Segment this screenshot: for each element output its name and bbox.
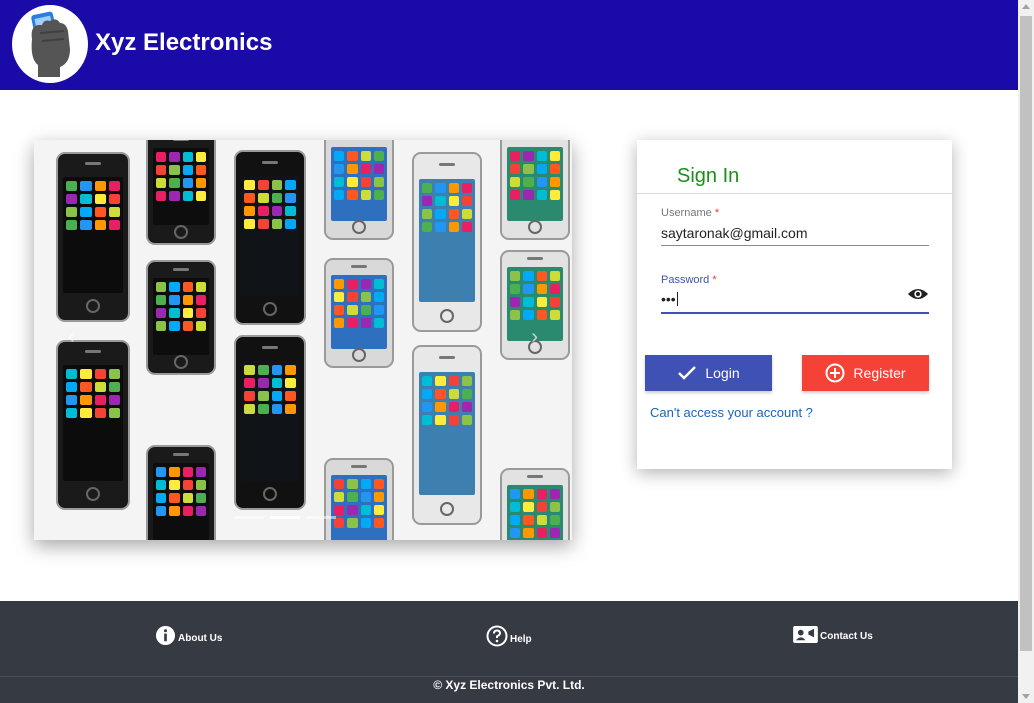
scroll-thumb[interactable]	[1020, 16, 1032, 651]
check-icon	[678, 366, 697, 380]
username-field[interactable]: saytaronak@gmail.com	[661, 225, 808, 241]
phone-image	[412, 345, 482, 525]
sign-in-card: Sign In Username * saytaronak@gmail.com …	[637, 140, 952, 469]
carousel-indicators	[234, 516, 336, 519]
show-password-eye-icon[interactable]	[907, 286, 929, 302]
phone-image	[500, 140, 570, 240]
add-circle-icon	[825, 363, 845, 383]
scroll-up-arrow-icon[interactable]	[1022, 4, 1030, 9]
password-label: Password *	[661, 274, 717, 286]
carousel-indicator[interactable]	[234, 516, 264, 519]
phone-image	[324, 458, 394, 540]
phone-image	[412, 152, 482, 332]
info-icon	[155, 625, 176, 646]
register-button[interactable]: Register	[802, 355, 929, 391]
username-underline	[661, 245, 929, 246]
cant-access-account-link[interactable]: Can't access your account ?	[650, 405, 813, 420]
phone-image	[234, 335, 306, 510]
phone-image	[56, 152, 130, 322]
page-scrollbar[interactable]	[1018, 0, 1034, 703]
carousel-indicator[interactable]	[306, 516, 336, 519]
card-divider	[637, 193, 952, 194]
register-button-label: Register	[853, 365, 906, 381]
footer: About Us Help Contact Us © Xyz Electroni…	[0, 601, 1018, 703]
phone-image	[146, 260, 216, 375]
phone-image	[146, 140, 216, 245]
password-field[interactable]: •••	[661, 291, 678, 307]
footer-about-us[interactable]: About Us	[155, 625, 222, 646]
footer-help[interactable]: Help	[486, 625, 532, 647]
contact-us-label: Contact Us	[820, 631, 873, 642]
product-carousel[interactable]: ‹ ›	[34, 140, 572, 540]
carousel-next-icon[interactable]: ›	[531, 326, 538, 349]
fist-phone-logo-icon	[31, 11, 71, 77]
carousel-indicator[interactable]	[270, 516, 300, 519]
brand-name: Xyz Electronics	[95, 29, 273, 56]
contact-card-icon	[793, 625, 818, 644]
phone-image	[56, 340, 130, 510]
scroll-down-arrow-icon[interactable]	[1022, 694, 1030, 699]
header-bar: Xyz Electronics	[0, 0, 1018, 90]
phone-image	[324, 140, 394, 240]
help-label: Help	[510, 634, 532, 645]
phone-image	[146, 445, 216, 540]
phone-image	[234, 150, 306, 325]
help-icon	[486, 625, 508, 647]
footer-divider	[0, 676, 1018, 677]
phone-image	[500, 468, 570, 540]
footer-contact-us[interactable]: Contact Us	[793, 625, 873, 644]
login-button-label: Login	[705, 365, 740, 381]
logo[interactable]	[12, 5, 88, 83]
phone-image	[324, 258, 394, 368]
carousel-prev-icon[interactable]: ‹	[68, 326, 75, 349]
password-underline	[661, 312, 929, 314]
username-label: Username *	[661, 207, 720, 219]
about-us-label: About Us	[178, 633, 223, 644]
sign-in-title: Sign In	[677, 165, 740, 187]
login-button[interactable]: Login	[645, 355, 772, 391]
copyright-text: © Xyz Electronics Pvt. Ltd.	[433, 678, 585, 692]
